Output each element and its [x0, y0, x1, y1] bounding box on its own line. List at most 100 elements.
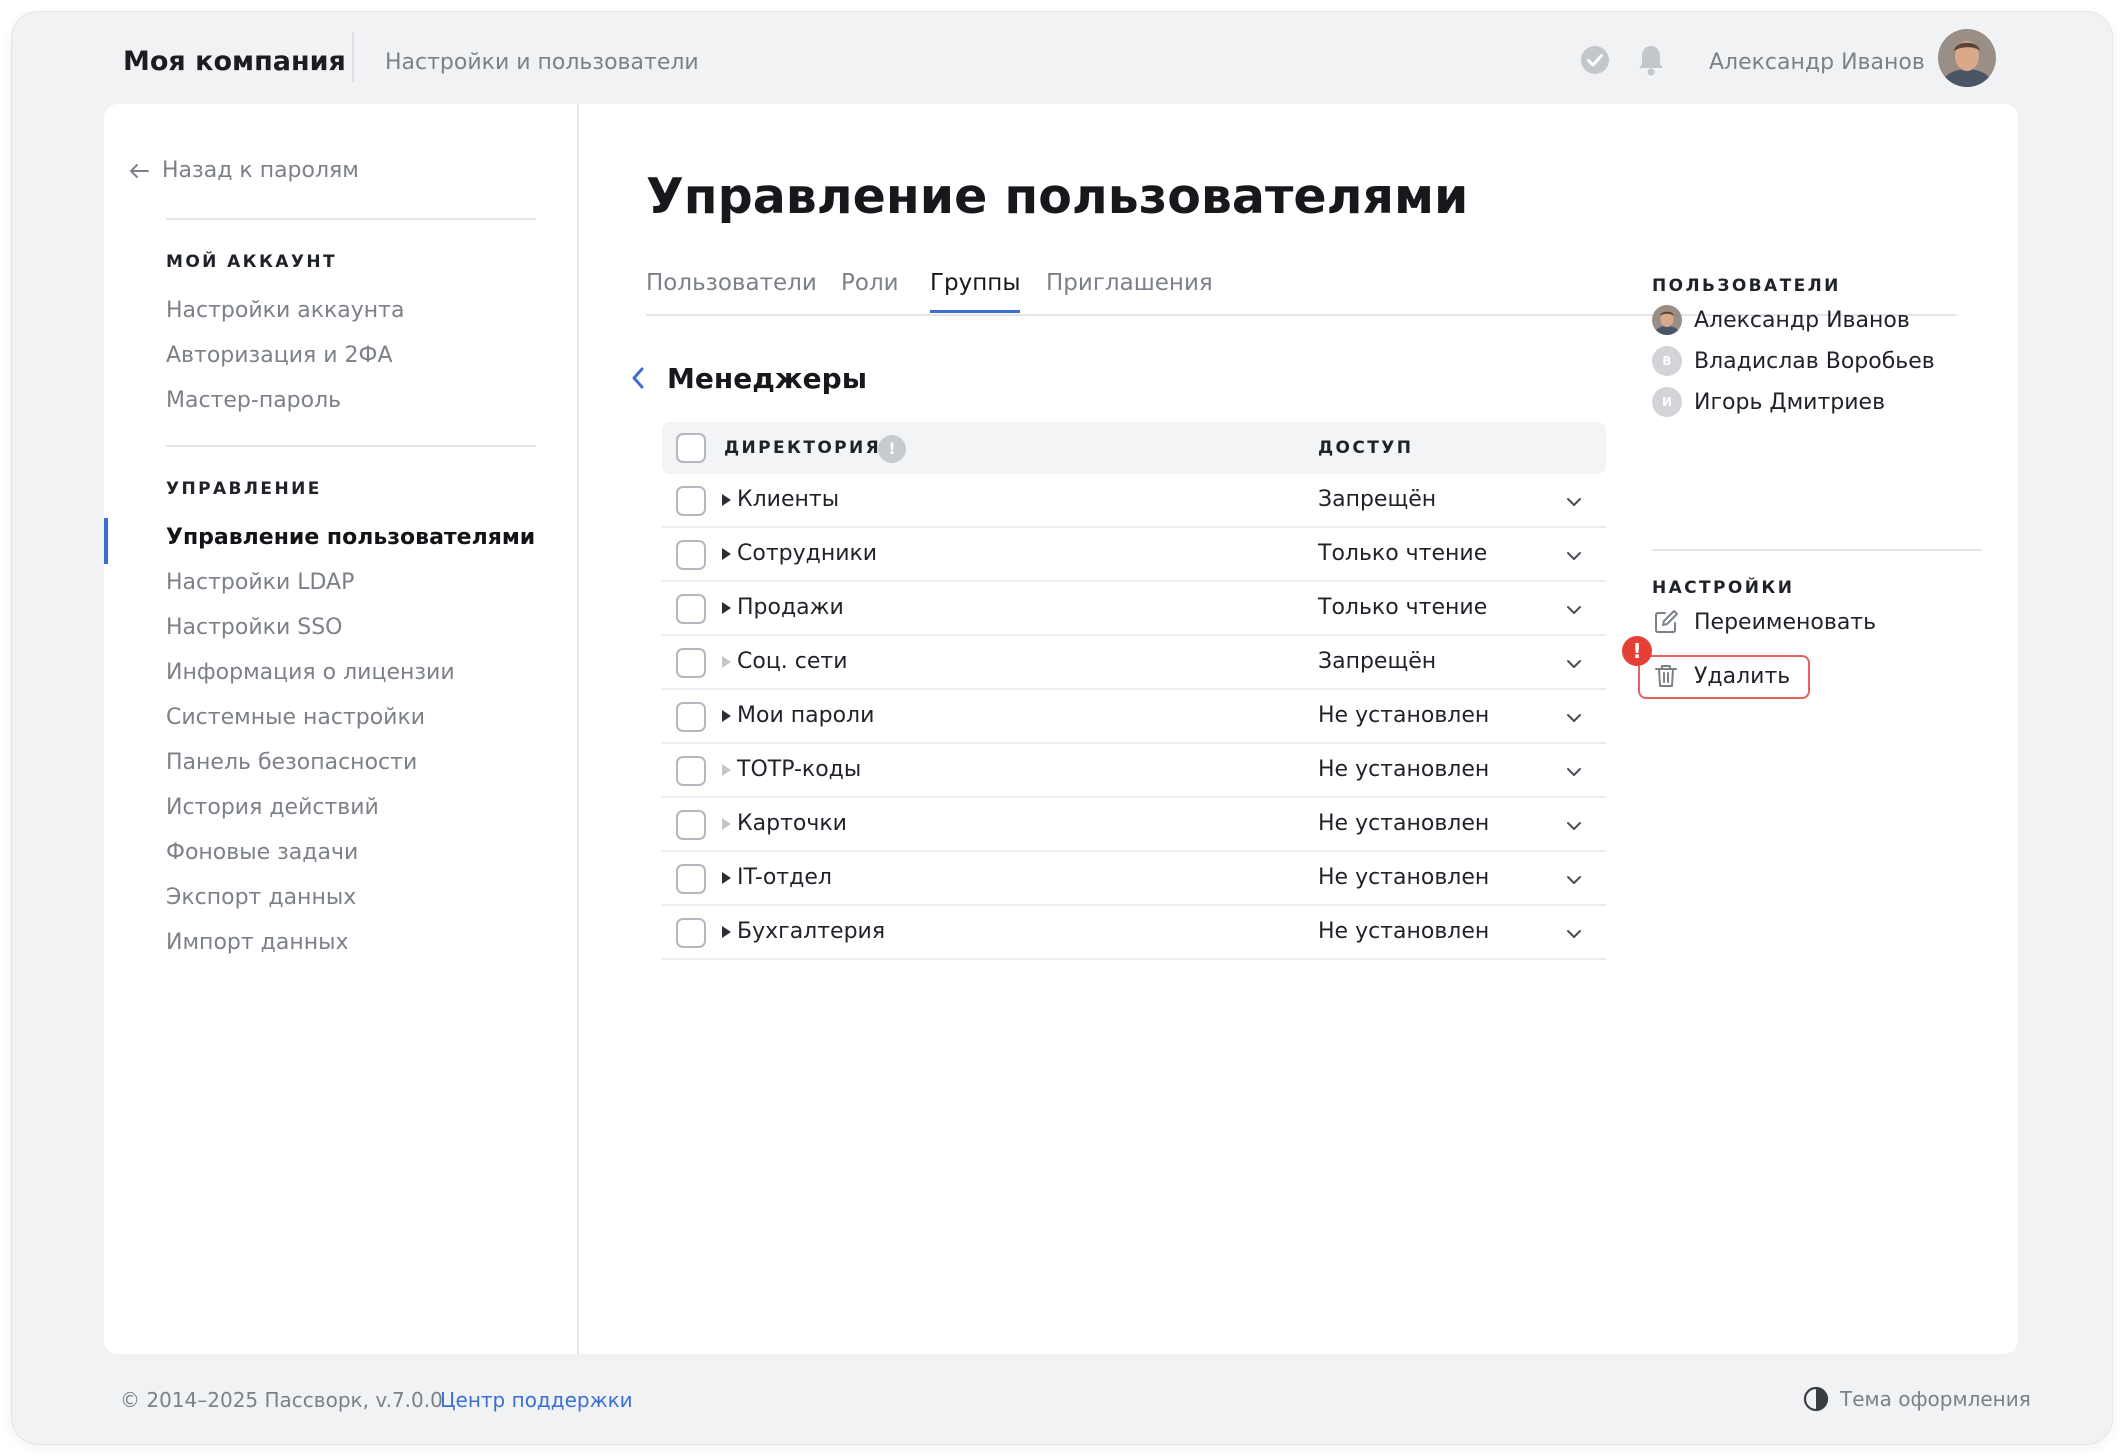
sidebar-item-security-dashboard[interactable]: Панель безопасности — [166, 750, 417, 775]
directory-name: Мои пароли — [737, 703, 875, 728]
expand-caret-icon[interactable] — [722, 710, 731, 722]
sidebar-item-data-import[interactable]: Импорт данных — [166, 930, 349, 955]
expand-caret-icon — [722, 818, 731, 830]
tab-roles[interactable]: Роли — [841, 270, 899, 310]
directory-name: Продажи — [737, 595, 844, 620]
delete-group-button[interactable]: Удалить — [1652, 662, 1790, 690]
sidebar-divider — [166, 218, 536, 220]
check-circle-icon[interactable] — [1580, 45, 1610, 75]
table-row[interactable]: Соц. сети Запрещён — [662, 636, 1606, 690]
sidebar-item-auth-2fa[interactable]: Авторизация и 2ФА — [166, 343, 393, 368]
user-avatar-photo — [1652, 305, 1682, 335]
directory-name: TOTP-коды — [737, 757, 862, 782]
chevron-down-icon[interactable] — [1564, 924, 1584, 944]
access-select[interactable]: Не установлен — [1318, 811, 1489, 836]
directory-access-table: ДИРЕКТОРИЯ ! ДОСТУП Клиенты Запрещён Сотру… — [662, 422, 1606, 960]
row-checkbox[interactable] — [676, 756, 706, 786]
chevron-down-icon[interactable] — [1564, 708, 1584, 728]
table-row[interactable]: TOTP-коды Не установлен — [662, 744, 1606, 798]
row-checkbox[interactable] — [676, 540, 706, 570]
table-row[interactable]: Продажи Только чтение — [662, 582, 1606, 636]
bell-icon[interactable] — [1635, 43, 1667, 77]
tab-groups[interactable]: Группы — [930, 270, 1021, 313]
column-header-directory: ДИРЕКТОРИЯ — [724, 438, 882, 458]
access-select[interactable]: Запрещён — [1318, 487, 1436, 512]
table-row[interactable]: Сотрудники Только чтение — [662, 528, 1606, 582]
user-avatar-initial: В — [1652, 346, 1682, 376]
right-panel-divider — [1652, 549, 1982, 551]
table-row[interactable]: IT-отдел Не установлен — [662, 852, 1606, 906]
access-select[interactable]: Не установлен — [1318, 865, 1489, 890]
group-user-name: Игорь Дмитриев — [1694, 389, 1886, 415]
theme-toggle[interactable]: Тема оформления — [1802, 1385, 2031, 1413]
group-user-item[interactable]: Александр Иванов — [1652, 305, 1910, 335]
info-icon[interactable]: ! — [878, 435, 906, 463]
table-row[interactable]: Карточки Не установлен — [662, 798, 1606, 852]
access-select[interactable]: Только чтение — [1318, 595, 1487, 620]
group-user-item[interactable]: В Владислав Воробьев — [1652, 346, 1935, 376]
tab-users[interactable]: Пользователи — [646, 270, 817, 310]
rename-group-button[interactable]: Переименовать — [1652, 608, 1876, 636]
row-checkbox[interactable] — [676, 486, 706, 516]
expand-caret-icon[interactable] — [722, 602, 731, 614]
user-avatar-initial: И — [1652, 387, 1682, 417]
back-to-passwords-link[interactable]: Назад к паролям — [128, 158, 359, 183]
directory-name: Сотрудники — [737, 541, 878, 566]
content-card: Назад к паролям МОЙ АККАУНТ Настройки ак… — [104, 104, 2018, 1354]
sidebar-item-license[interactable]: Информация о лицензии — [166, 660, 455, 685]
chevron-down-icon[interactable] — [1564, 654, 1584, 674]
user-avatar[interactable] — [1938, 29, 1996, 87]
chevron-down-icon[interactable] — [1564, 600, 1584, 620]
access-select[interactable]: Не установлен — [1318, 919, 1489, 944]
company-name[interactable]: Моя компания — [123, 46, 346, 77]
row-checkbox[interactable] — [676, 918, 706, 948]
footer-copyright: © 2014–2025 Пассворк, v.7.0.0 — [120, 1388, 443, 1412]
select-all-checkbox[interactable] — [676, 433, 706, 463]
sidebar-item-account-settings[interactable]: Настройки аккаунта — [166, 298, 404, 323]
table-row[interactable]: Клиенты Запрещён — [662, 474, 1606, 528]
tab-invitations[interactable]: Приглашения — [1046, 270, 1213, 310]
header-section-title: Настройки и пользователи — [385, 50, 699, 75]
management-heading: УПРАВЛЕНИЕ — [166, 479, 322, 499]
access-select[interactable]: Не установлен — [1318, 703, 1489, 728]
group-user-item[interactable]: И Игорь Дмитриев — [1652, 387, 1885, 417]
sidebar-item-master-password[interactable]: Мастер-пароль — [166, 388, 341, 413]
top-header: Моя компания Настройки и пользователи Ал… — [12, 12, 2112, 104]
chevron-down-icon[interactable] — [1564, 546, 1584, 566]
chevron-down-icon[interactable] — [1564, 816, 1584, 836]
chevron-down-icon[interactable] — [1564, 762, 1584, 782]
sidebar-item-data-export[interactable]: Экспорт данных — [166, 885, 356, 910]
directory-name: Клиенты — [737, 487, 840, 512]
current-user-name[interactable]: Александр Иванов — [1709, 50, 1925, 75]
sidebar-item-background-tasks[interactable]: Фоновые задачи — [166, 840, 358, 865]
chevron-down-icon[interactable] — [1564, 870, 1584, 890]
sidebar-item-system-settings[interactable]: Системные настройки — [166, 705, 425, 730]
theme-label: Тема оформления — [1840, 1387, 2031, 1411]
chevron-down-icon[interactable] — [1564, 492, 1584, 512]
support-center-link[interactable]: Центр поддержки — [440, 1388, 633, 1412]
sidebar-item-sso[interactable]: Настройки SSO — [166, 615, 342, 640]
table-row[interactable]: Мои пароли Не установлен — [662, 690, 1606, 744]
sidebar-item-user-management[interactable]: Управление пользователями — [166, 525, 535, 550]
expand-caret-icon[interactable] — [722, 494, 731, 506]
row-checkbox[interactable] — [676, 648, 706, 678]
expand-caret-icon[interactable] — [722, 872, 731, 884]
access-select[interactable]: Только чтение — [1318, 541, 1487, 566]
row-checkbox[interactable] — [676, 810, 706, 840]
row-checkbox[interactable] — [676, 702, 706, 732]
access-select[interactable]: Запрещён — [1318, 649, 1436, 674]
expand-caret-icon[interactable] — [722, 926, 731, 938]
access-select[interactable]: Не установлен — [1318, 757, 1489, 782]
trash-icon — [1655, 665, 1677, 687]
back-link-label: Назад к паролям — [162, 158, 359, 183]
chevron-left-icon[interactable] — [628, 364, 648, 392]
column-header-access: ДОСТУП — [1318, 438, 1414, 458]
row-checkbox[interactable] — [676, 594, 706, 624]
row-checkbox[interactable] — [676, 864, 706, 894]
sidebar-item-activity-log[interactable]: История действий — [166, 795, 379, 820]
group-settings-heading: НАСТРОЙКИ — [1652, 578, 1795, 598]
table-row[interactable]: Бухгалтерия Не установлен — [662, 906, 1606, 960]
expand-caret-icon[interactable] — [722, 548, 731, 560]
sidebar-item-ldap[interactable]: Настройки LDAP — [166, 570, 354, 595]
arrow-left-icon — [130, 163, 149, 178]
